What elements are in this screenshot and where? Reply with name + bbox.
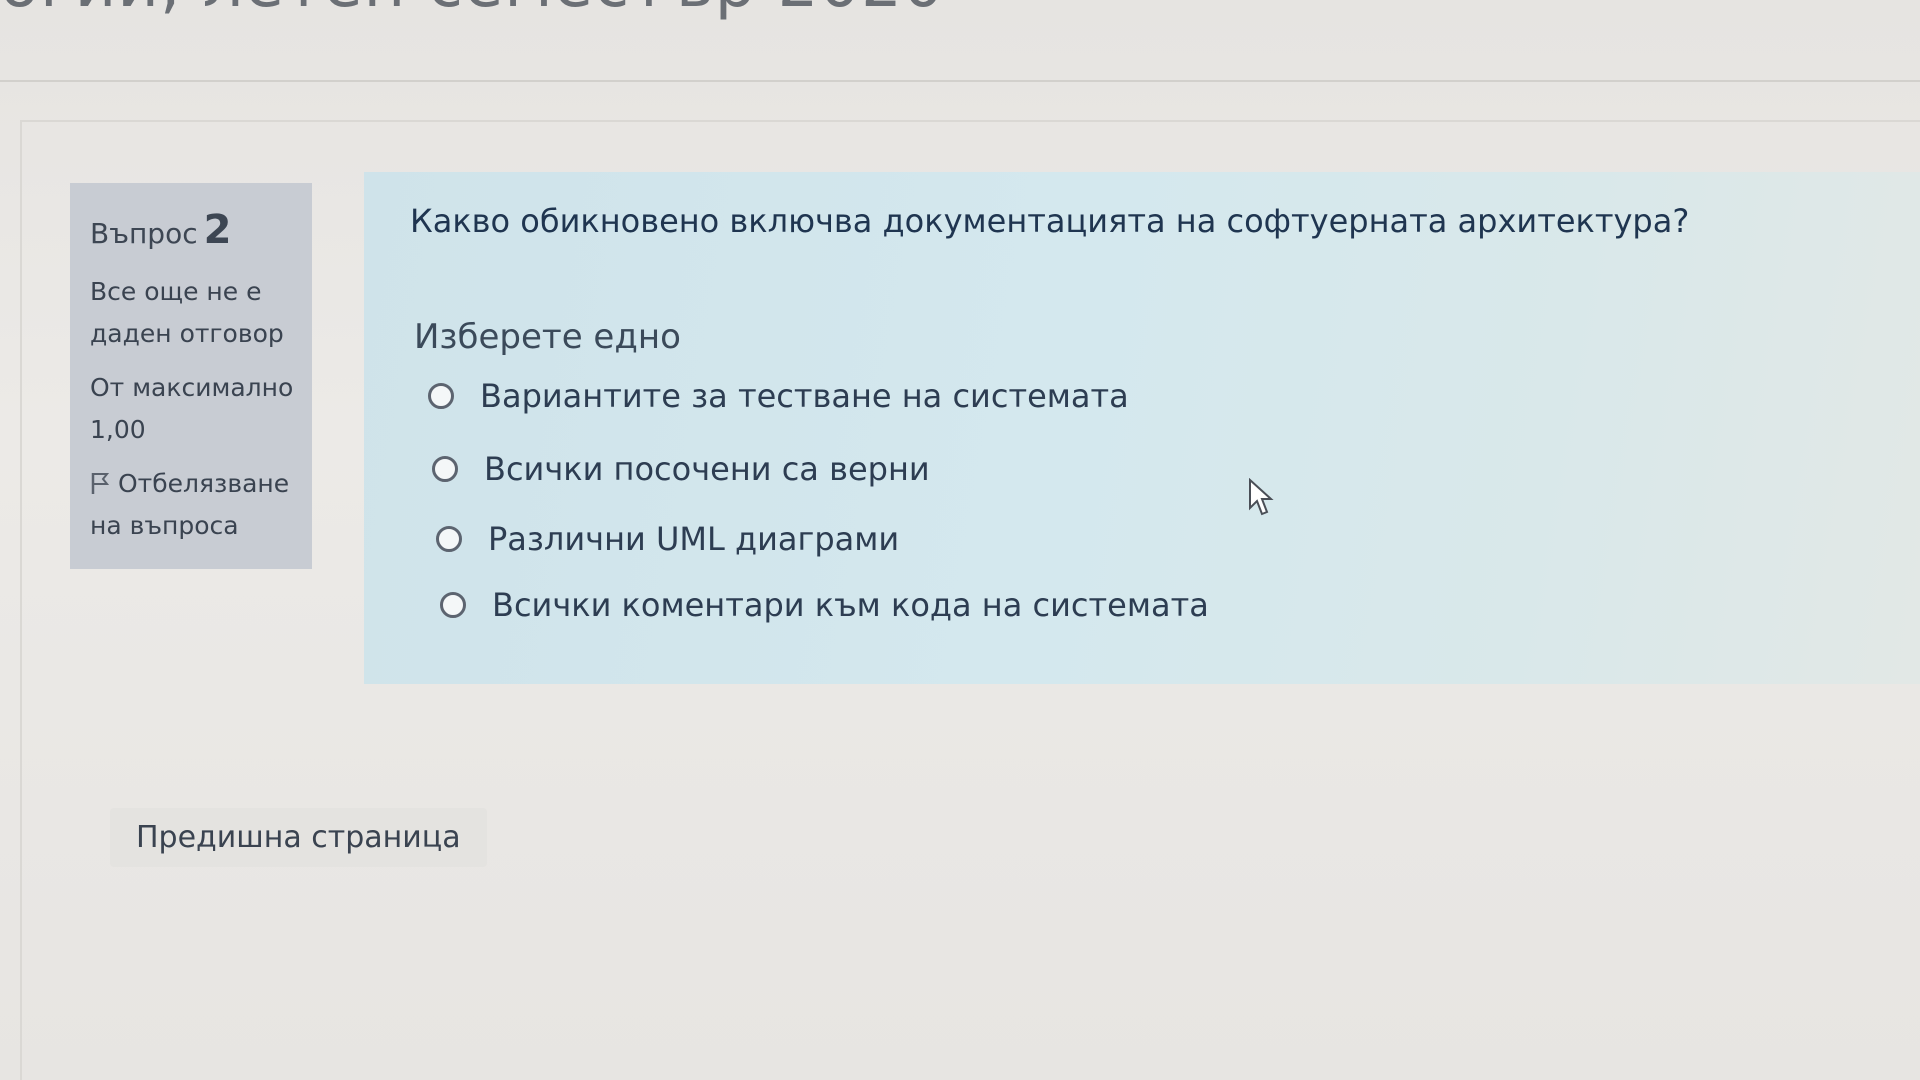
flag-question-label: Отбелязване на въпроса — [90, 469, 290, 540]
answer-radio-4[interactable] — [440, 592, 466, 618]
flag-question-link[interactable]: Отбелязване на въпроса — [90, 463, 294, 547]
previous-page-button[interactable]: Предишна страница — [110, 808, 487, 867]
mouse-cursor-icon — [1249, 478, 1274, 516]
header-divider — [0, 80, 1920, 82]
answer-label-1: Вариантите за тестване на системата — [480, 377, 1129, 415]
question-content-box: Какво обикновено включва документацията … — [364, 172, 1920, 684]
question-number-value: 2 — [203, 207, 232, 253]
answer-radio-1[interactable] — [428, 383, 454, 409]
answer-radio-2[interactable] — [432, 456, 458, 482]
question-label: Въпрос — [90, 217, 198, 250]
answer-option-2[interactable]: Всички посочени са верни — [432, 450, 930, 488]
answer-option-4[interactable]: Всички коментари към кода на системата — [440, 586, 1209, 624]
question-max-grade: От максимално 1,00 — [90, 373, 294, 444]
answer-label-3: Различни UML диаграми — [488, 520, 900, 558]
quiz-page: огии, летен семестър 2020 Въпрос2 Все ощ… — [0, 0, 1920, 1080]
answer-option-3[interactable]: Различни UML диаграми — [436, 520, 899, 558]
question-info-box: Въпрос 2 Все още не е даден отговор От ма… — [70, 183, 312, 569]
answer-label-2: Всички посочени са верни — [484, 450, 930, 488]
question-text: Какво обикновено включва документацията … — [410, 202, 1690, 240]
answer-label-4: Всички коментари към кода на системата — [492, 586, 1209, 624]
question-status: Все още не е даден отговор — [90, 277, 284, 348]
answer-prompt: Изберете едно — [414, 317, 681, 357]
answer-option-1[interactable]: Вариантите за тестване на системата — [428, 377, 1129, 415]
answer-radio-3[interactable] — [436, 526, 462, 552]
page-header-title: огии, летен семестър 2020 — [0, 0, 945, 22]
flag-icon — [90, 466, 110, 494]
question-number: Въпрос 2 — [90, 207, 294, 253]
